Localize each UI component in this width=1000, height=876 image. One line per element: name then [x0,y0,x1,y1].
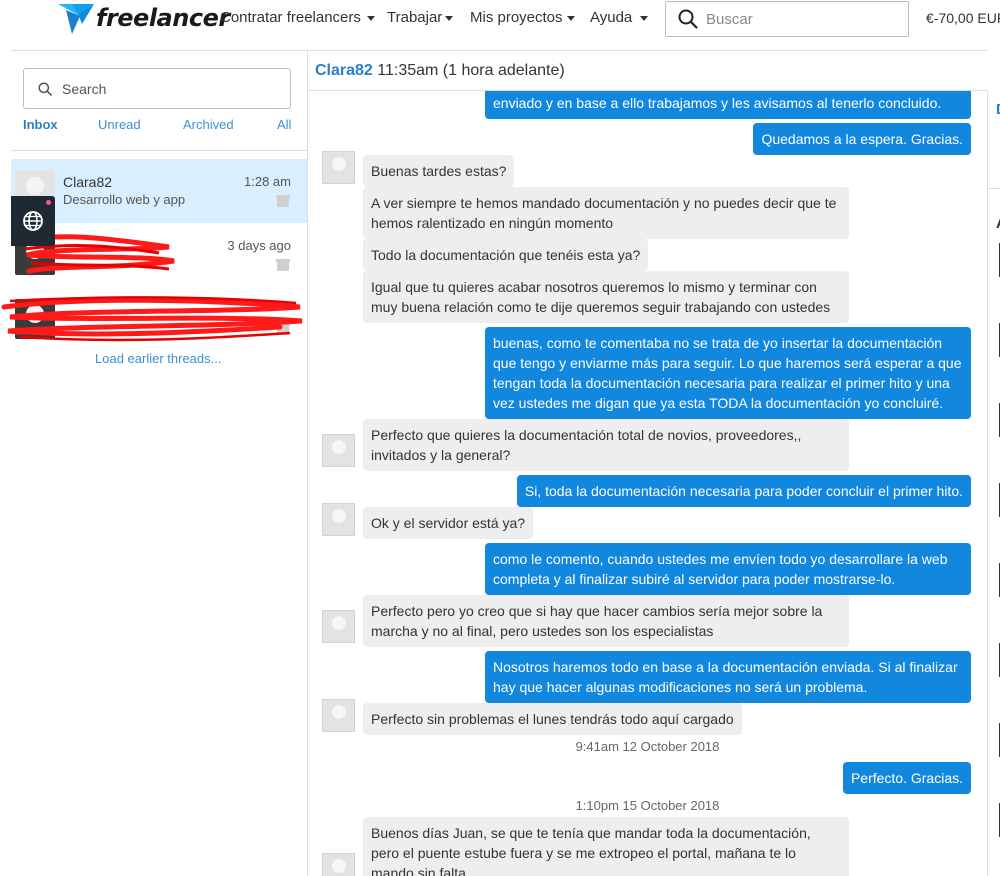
avatar [322,699,355,732]
avatar [322,610,355,643]
message-incoming: Perfecto sin problemas el lunes tendrás … [363,703,742,735]
archive-icon[interactable] [276,195,290,207]
message-incoming: Ok y el servidor está ya? [363,507,534,539]
globe-icon [23,211,43,231]
filter-unread[interactable]: Unread [98,117,141,132]
message-text: Buenas tardes estas? [371,163,507,179]
message-text: enviado y en base a ello trabajamos y le… [493,95,942,111]
thread-item-2[interactable]: 3 days ago [11,223,307,287]
global-search-input[interactable] [706,10,886,28]
thread-time: 3 days ago [227,238,291,253]
search-icon [38,81,52,96]
language-button[interactable] [11,196,55,246]
top-navigation: freelancer Contratar freelancers Trabaja… [0,0,1000,40]
contact-local-time: 11:35am (1 hora adelante) [377,62,565,79]
message-list: enviado y en base a ello trabajamos y le… [308,91,987,876]
message-incoming: Igual que tu quieres acabar nosotros que… [363,271,849,323]
message-text: Todo la documentación que tenéis esta ya… [371,247,641,263]
avatar [322,853,355,876]
thread-time: 1:28 am [244,174,291,189]
divider [988,188,1000,189]
message-outgoing: enviado y en base a ello trabajamos y le… [485,91,971,119]
contact-name[interactable]: Clara82 [315,62,373,79]
logo-wordmark: freelancer [96,4,230,32]
divider [11,150,308,151]
message-text: Si, toda la documentación necesaria para… [524,483,963,499]
thread-name: Clara82 [63,174,113,190]
filter-all[interactable]: All [277,117,291,132]
chevron-down-icon [566,15,575,21]
threads-sidebar: Inbox Unread Archived All Clara82 Desarr… [1,50,308,876]
message-outgoing: Nosotros haremos todo en base a la docum… [485,651,971,703]
filter-inbox[interactable]: Inbox [23,117,58,132]
message-text: buenas, como te comentaba no se trata de… [493,335,962,411]
nav-ayuda[interactable]: Ayuda [590,9,649,26]
message-text: Igual que tu quieres acabar nosotros que… [371,279,831,315]
chevron-down-icon [640,15,649,21]
thread-item-3[interactable] [1,287,307,351]
account-balance[interactable]: €-70,00 EUR [926,10,1000,26]
archive-icon[interactable] [276,259,290,271]
message-text: Perfecto sin problemas el lunes tendrás … [371,711,734,727]
nav-mis-proyectos[interactable]: Mis proyectos [470,9,575,26]
message-text: Perfecto que quieres la documentación to… [371,427,802,463]
message-outgoing: como le comento, cuando ustedes me envíe… [485,543,971,595]
message-outgoing: Quedamos a la espera. Gracias. [753,123,971,155]
avatar [322,151,355,184]
message-outgoing: Perfecto. Gracias. [842,762,971,794]
message-incoming: Perfecto pero yo creo que si hay que hac… [363,595,849,647]
freelancer-logo[interactable]: freelancer [58,2,230,36]
message-incoming: Buenos días Juan, se que te tenía que ma… [363,817,849,876]
message-outgoing: buenas, como te comentaba no se trata de… [485,327,971,419]
message-text: Perfecto pero yo creo que si hay que hac… [371,603,823,639]
message-incoming: A ver siempre te hemos mandado documenta… [363,187,849,239]
project-details-panel: D A [987,91,1000,876]
message-text: como le comento, cuando ustedes me envíe… [493,551,948,587]
date-separator: 1:10pm 15 October 2018 [575,798,720,813]
avatar [322,503,355,536]
nav-ayuda-label: Ayuda [590,9,633,26]
thread-search [23,68,291,109]
avatar [322,434,355,467]
freelancer-bird-icon [58,4,94,34]
message-text: Quedamos a la espera. Gracias. [761,131,963,147]
thread-search-input[interactable] [62,80,262,97]
redaction-scribble [1,296,303,342]
nav-mis-proyectos-label: Mis proyectos [470,9,563,26]
notification-dot [46,200,51,205]
message-incoming: Todo la documentación que tenéis esta ya… [363,239,649,271]
thread-project: Desarrollo web y app [63,192,186,207]
load-earlier-threads-link[interactable]: Load earlier threads... [95,351,221,366]
nav-trabajar-label: Trabajar [387,9,443,26]
message-text: A ver siempre te hemos mandado documenta… [371,195,837,231]
chevron-down-icon [445,15,454,21]
panel-subheading-partial: A [996,215,1000,232]
message-incoming: Perfecto que quieres la documentación to… [363,419,849,471]
message-text: Buenos días Juan, se que te tenía que ma… [371,825,811,876]
chat-header: Clara82 11:35am (1 hora adelante) [308,50,987,91]
nav-trabajar[interactable]: Trabajar [387,9,454,26]
nav-contratar-label: Contratar freelancers [220,9,361,26]
thread-item-clara82[interactable]: Clara82 Desarrollo web y app 1:28 am [11,159,307,223]
message-text: Nosotros haremos todo en base a la docum… [493,659,958,695]
search-icon [678,9,698,29]
global-search [665,1,909,37]
chevron-down-icon [366,15,375,21]
filter-archived[interactable]: Archived [183,117,234,132]
message-text: Perfecto. Gracias. [850,770,963,786]
message-text: Ok y el servidor está ya? [371,515,526,531]
message-outgoing: Si, toda la documentación necesaria para… [516,475,971,507]
date-separator: 9:41am 12 October 2018 [575,739,720,754]
nav-contratar-freelancers[interactable]: Contratar freelancers [220,9,375,26]
message-incoming: Buenas tardes estas? [363,155,515,187]
panel-heading-partial: D [996,101,1000,118]
